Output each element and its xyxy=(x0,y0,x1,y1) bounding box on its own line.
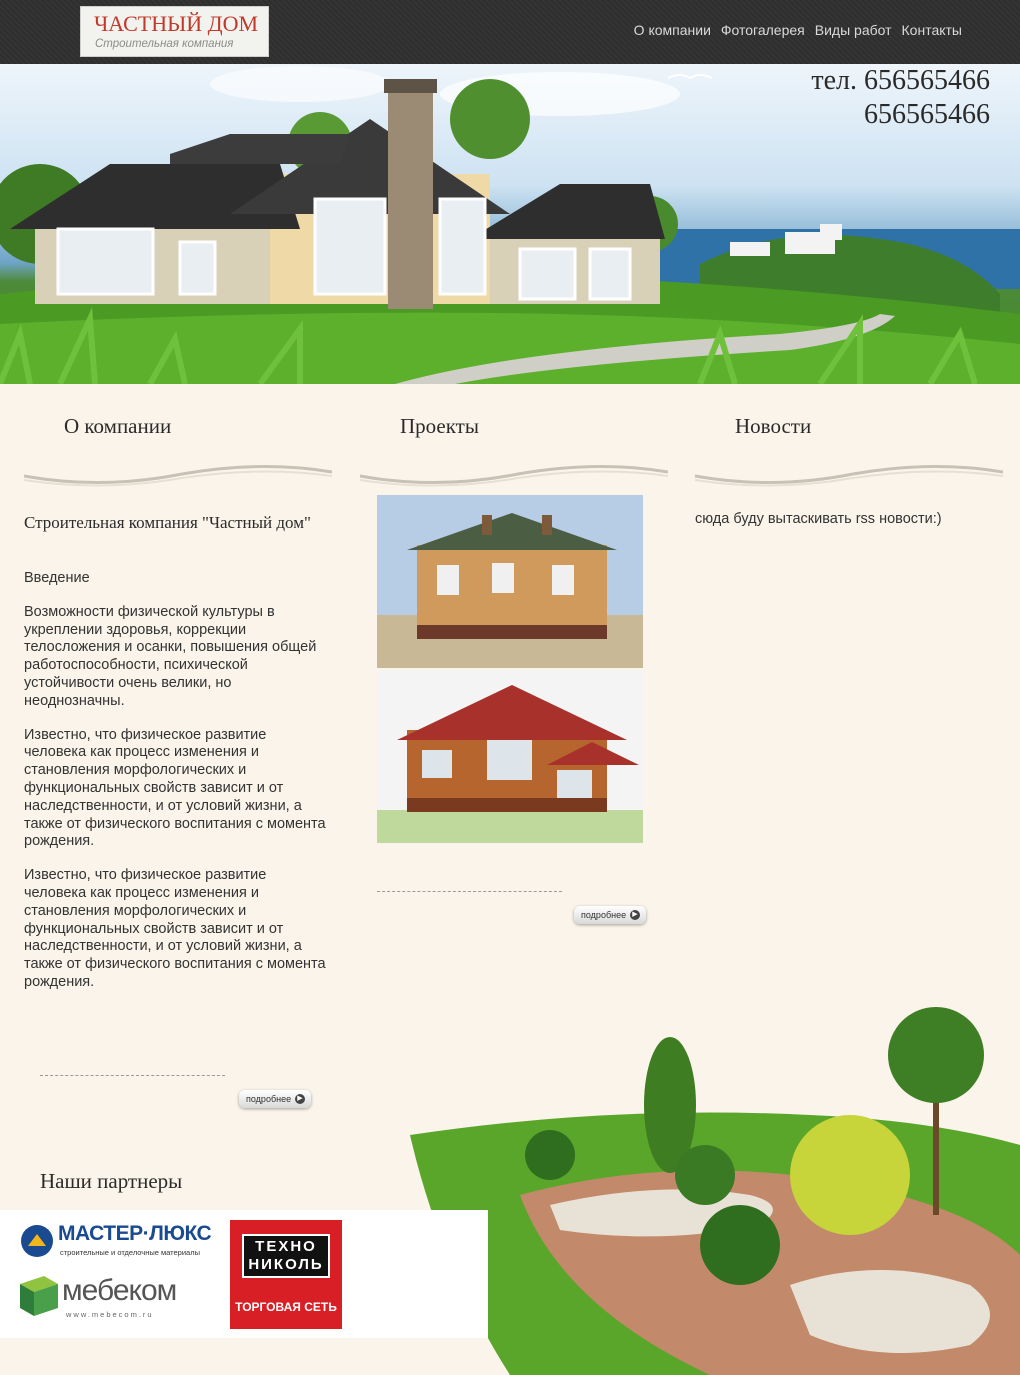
project-photo-2[interactable] xyxy=(377,670,643,843)
projects-dashed-separator xyxy=(377,891,562,892)
project-photo-1[interactable] xyxy=(377,495,643,668)
partner-logo-masterlux[interactable]: МАСТЕР·ЛЮКС строительные и отделочные ма… xyxy=(20,1222,215,1260)
arrow-right-icon: ▶ xyxy=(295,1094,305,1104)
projects-divider xyxy=(359,464,668,487)
news-placeholder-text: сюда буду вытаскивать rss новости:) xyxy=(695,511,942,527)
about-divider xyxy=(23,464,332,487)
about-paragraph: Введение xyxy=(24,570,90,586)
phone-line-1: тел. 656565466 xyxy=(811,65,990,96)
about-more-button[interactable]: подробнее ▶ xyxy=(239,1090,311,1108)
projects-more-label: подробнее xyxy=(581,910,627,920)
news-title: Новости xyxy=(735,414,812,438)
about-body: Введение Возможности физической культуры… xyxy=(24,570,329,1008)
masterlux-emblem-icon xyxy=(21,1225,53,1257)
partner-logo-mebekom[interactable]: мебеком www.mebecom.ru xyxy=(18,1274,213,1322)
phone-block: тел. 656565466 656565466 xyxy=(811,64,990,132)
arrow-right-icon: ▶ xyxy=(630,910,640,920)
nav-item-gallery[interactable]: Фотогалерея xyxy=(721,22,805,38)
partner-logo-tekhnonikol[interactable]: ТЕХНО НИКОЛЬ ТОРГОВАЯ СЕТЬ xyxy=(230,1220,342,1329)
partners-logos: МАСТЕР·ЛЮКС строительные и отделочные ма… xyxy=(0,1210,488,1338)
projects-more-button[interactable]: подробнее ▶ xyxy=(574,906,646,924)
hero-banner: тел. 656565466 656565466 xyxy=(0,64,1020,384)
about-more-label: подробнее xyxy=(246,1094,292,1104)
logo-title: ЧАСТНЫЙ ДОМ xyxy=(94,11,259,36)
masterlux-name: МАСТЕР·ЛЮКС xyxy=(58,1222,212,1245)
mebekom-name: мебеком xyxy=(62,1274,177,1307)
masterlux-tagline: строительные и отделочные материалы xyxy=(60,1248,200,1257)
tekhnonikol-tagline: ТОРГОВАЯ СЕТЬ xyxy=(235,1300,337,1314)
news-divider xyxy=(694,464,1003,487)
nav-item-contacts[interactable]: Контакты xyxy=(902,22,962,38)
about-paragraph: Известно, что физическое развитие челове… xyxy=(24,867,326,990)
site-logo[interactable]: ЧАСТНЫЙ ДОМ Строительная компания xyxy=(80,6,269,57)
about-heading: Строительная компания "Частный дом" xyxy=(24,513,311,532)
about-dashed-separator xyxy=(40,1075,225,1076)
phone-line-2: 656565466 xyxy=(864,99,990,130)
site-header: ЧАСТНЫЙ ДОМ Строительная компания О комп… xyxy=(0,0,1020,64)
projects-title: Проекты xyxy=(400,414,479,438)
project-photo-1-image xyxy=(377,495,643,668)
project-photo-2-image xyxy=(377,670,643,843)
nav-item-services[interactable]: Виды работ xyxy=(815,22,892,38)
garden-illustration xyxy=(410,1007,1020,1375)
logo-subtitle: Строительная компания xyxy=(95,38,234,50)
mebekom-tagline: www.mebecom.ru xyxy=(66,1310,154,1319)
partners-title: Наши партнеры xyxy=(40,1169,183,1193)
tekhnonikol-mark: ТЕХНО НИКОЛЬ xyxy=(242,1234,330,1278)
nav-item-about[interactable]: О компании xyxy=(634,22,711,38)
about-paragraph: Возможности физической культуры в укрепл… xyxy=(24,603,317,709)
about-paragraph: Известно, что физическое развитие челове… xyxy=(24,726,326,850)
about-title: О компании xyxy=(64,414,172,438)
mebekom-emblem-icon xyxy=(20,1276,58,1316)
main-nav: О компании Фотогалерея Виды работ Контак… xyxy=(634,22,962,38)
tekhnonikol-mark-text: ТЕХНО НИКОЛЬ xyxy=(244,1236,328,1276)
